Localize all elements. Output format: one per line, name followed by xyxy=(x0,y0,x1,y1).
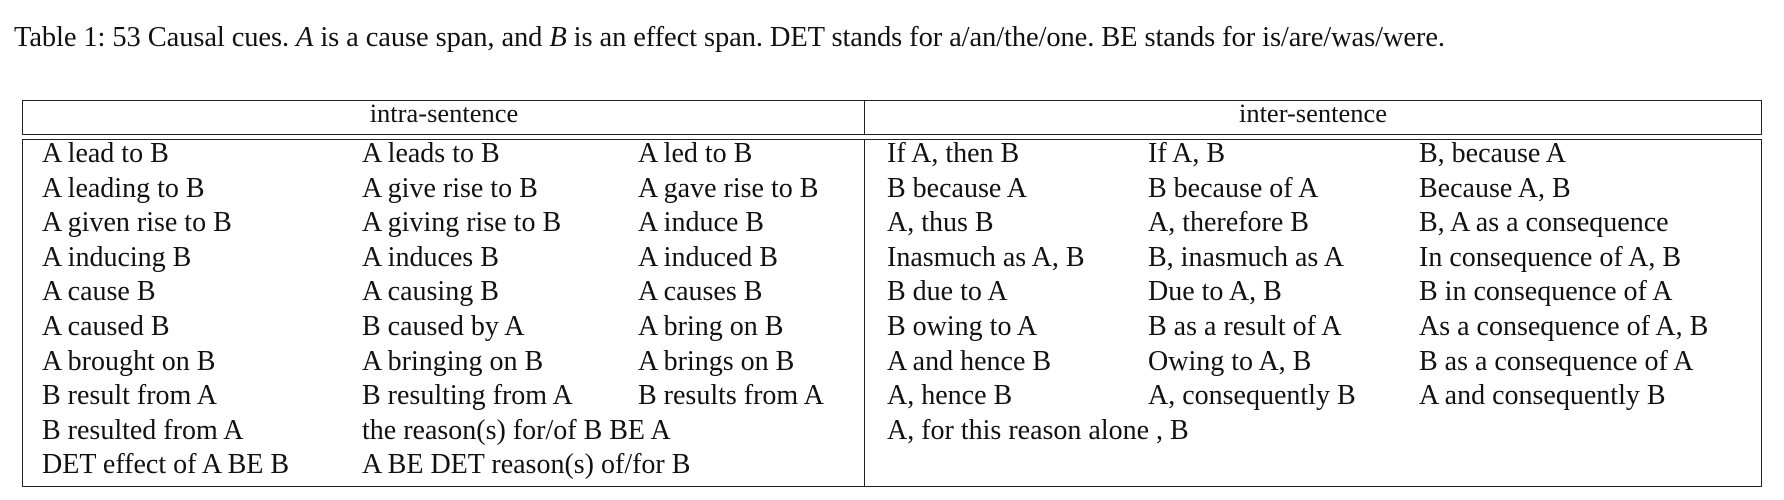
intra-cue-r5-c2: A causing B xyxy=(362,276,499,308)
inter-cue-r7-c3: B as a consequence of A xyxy=(1419,345,1694,377)
inter-cue-r3-c2: A, therefore B xyxy=(1148,207,1309,239)
inter-cue-r1-c2: If A, B xyxy=(1148,138,1225,169)
inter-cue-r2-c3: Because A, B xyxy=(1419,172,1571,204)
inter-cue-r4-c2: B, inasmuch as A xyxy=(1148,241,1344,273)
inter-cue-r8-c1: A, hence B xyxy=(887,380,1013,412)
header-inter-sentence: inter-sentence xyxy=(1238,98,1388,128)
inter-cue-r6-c2: B as a result of A xyxy=(1148,311,1342,342)
inter-cue-r1-c1: If A, then B xyxy=(887,138,1020,169)
header-divider xyxy=(864,100,865,135)
inter-cue-r9-c1: A, for this reason alone , B xyxy=(887,414,1189,446)
intra-cue-r8-c2: B resulting from A xyxy=(362,380,573,412)
inter-cue-r4-c1: Inasmuch as A, B xyxy=(887,241,1085,273)
intra-cue-r5-c1: A cause B xyxy=(42,276,156,308)
inter-cue-r3-c3: B, A as a consequence xyxy=(1419,207,1669,239)
inter-cue-r5-c3: B in consequence of A xyxy=(1419,276,1673,308)
intra-cue-r3-c2: A giving rise to B xyxy=(362,207,562,239)
intra-cue-r6-c1: A caused B xyxy=(42,311,170,342)
intra-cue-r8-c3: B results from A xyxy=(638,380,824,412)
intra-cue-r5-c3: A causes B xyxy=(638,276,763,308)
caption-a-symbol: A xyxy=(296,22,314,53)
intra-cue-r4-c1: A inducing B xyxy=(42,241,192,273)
caption-prefix: Table 1: 53 Causal cues. xyxy=(14,22,297,53)
intra-cue-r9-c2: the reason(s) for/of B BE A xyxy=(362,414,671,446)
inter-cue-r4-c3: In consequence of A, B xyxy=(1419,241,1682,273)
inter-cue-r5-c1: B due to A xyxy=(887,276,1008,308)
intra-cue-r10-c1: DET effect of A BE B xyxy=(42,449,290,481)
table-header-row xyxy=(22,100,1762,135)
inter-cue-r2-c2: B because of A xyxy=(1148,172,1319,204)
intra-cue-r4-c2: A induces B xyxy=(362,241,499,273)
intra-cue-r9-c1: B resulted from A xyxy=(42,414,244,446)
intra-cue-r1-c2: A leads to B xyxy=(362,138,500,169)
body-divider xyxy=(864,139,865,487)
intra-cue-r6-c3: A bring on B xyxy=(638,311,784,342)
inter-cue-r1-c3: B, because A xyxy=(1419,138,1566,169)
intra-cue-r3-c3: A induce B xyxy=(638,207,764,239)
intra-cue-r2-c3: A gave rise to B xyxy=(638,172,819,204)
intra-cue-r4-c3: A induced B xyxy=(638,241,778,273)
intra-cue-r7-c2: A bringing on B xyxy=(362,345,544,377)
inter-cue-r8-c3: A and consequently B xyxy=(1419,380,1666,412)
header-intra-sentence: intra-sentence xyxy=(369,98,519,128)
intra-cue-r2-c2: A give rise to B xyxy=(362,172,538,204)
intra-cue-r1-c3: A led to B xyxy=(638,138,753,169)
inter-cue-r6-c3: As a consequence of A, B xyxy=(1419,311,1709,342)
inter-cue-r7-c1: A and hence B xyxy=(887,345,1052,377)
inter-cue-r8-c2: A, consequently B xyxy=(1148,380,1356,412)
intra-cue-r6-c2: B caused by A xyxy=(362,311,525,342)
intra-cue-r3-c1: A given rise to B xyxy=(42,207,232,239)
intra-cue-r10-c2: A BE DET reason(s) of/for B xyxy=(362,449,691,481)
caption-suffix: is an effect span. DET stands for a/an/t… xyxy=(566,22,1445,53)
inter-cue-r2-c1: B because A xyxy=(887,172,1027,204)
caption-mid: is a cause span, and xyxy=(313,22,550,53)
inter-cue-r3-c1: A, thus B xyxy=(887,207,994,239)
intra-cue-r7-c1: A brought on B xyxy=(42,345,216,377)
intra-cue-r2-c1: A leading to B xyxy=(42,172,205,204)
inter-cue-r7-c2: Owing to A, B xyxy=(1148,345,1312,377)
caption-b-symbol: B xyxy=(549,22,567,53)
inter-cue-r5-c2: Due to A, B xyxy=(1148,276,1282,308)
intra-cue-r8-c1: B result from A xyxy=(42,380,217,412)
inter-cue-r6-c1: B owing to A xyxy=(887,311,1038,342)
table-caption: Table 1: 53 Causal cues. A is a cause sp… xyxy=(14,22,1445,54)
intra-cue-r7-c3: A brings on B xyxy=(638,345,795,377)
intra-cue-r1-c1: A lead to B xyxy=(42,138,169,169)
